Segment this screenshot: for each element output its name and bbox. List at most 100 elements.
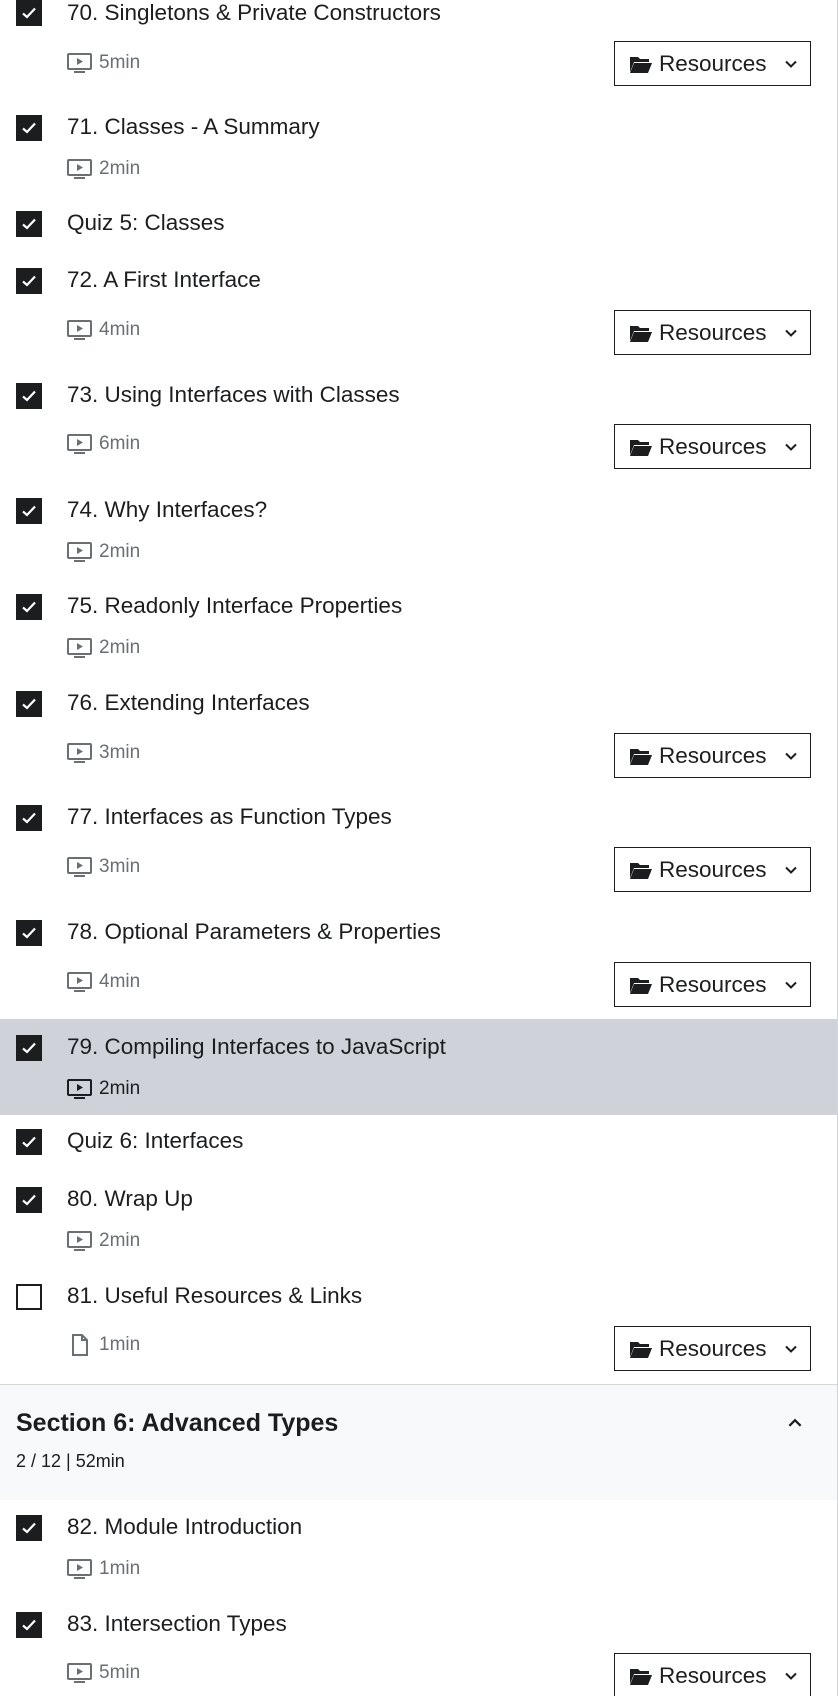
video-icon	[67, 158, 92, 180]
lecture-duration: 2min	[99, 1230, 141, 1251]
chevron-up-icon[interactable]	[783, 1411, 807, 1435]
lecture-item[interactable]: 77. Interfaces as Function Types 3min Re…	[0, 792, 837, 907]
lecture-meta: 1min	[67, 1558, 140, 1580]
chevron-down-icon	[783, 748, 799, 764]
lecture-title: 74. Why Interfaces?	[67, 497, 268, 522]
lecture-item[interactable]: 76. Extending Interfaces 3min Resources	[0, 677, 837, 792]
lecture-title: 82. Module Introduction	[67, 1514, 303, 1539]
completed-checkbox[interactable]	[16, 594, 42, 620]
lecture-title: 78. Optional Parameters & Properties	[67, 919, 441, 944]
resources-button[interactable]: Resources	[614, 1653, 811, 1696]
video-icon	[67, 433, 92, 455]
lecture-title: 75. Readonly Interface Properties	[67, 593, 403, 618]
folder-icon	[629, 437, 653, 457]
lecture-title: 83. Intersection Types	[67, 1611, 287, 1636]
video-icon	[67, 1078, 92, 1100]
lecture-title: 77. Interfaces as Function Types	[67, 804, 392, 829]
completed-checkbox[interactable]	[16, 268, 42, 294]
lecture-duration: 2min	[99, 637, 141, 658]
lecture-duration: 3min	[99, 856, 141, 877]
quiz-item[interactable]: Quiz 5: Classes	[0, 197, 837, 254]
completed-checkbox[interactable]	[16, 1612, 42, 1638]
resources-button[interactable]: Resources	[614, 1326, 811, 1371]
completed-checkbox[interactable]	[16, 1035, 42, 1061]
lecture-duration: 5min	[99, 1662, 141, 1683]
lecture-title: 73. Using Interfaces with Classes	[67, 382, 400, 407]
resources-button[interactable]: Resources	[614, 41, 811, 86]
resources-label: Resources	[659, 50, 767, 76]
quiz-title: Quiz 5: Classes	[67, 210, 225, 235]
lecture-duration: 4min	[99, 971, 141, 992]
lecture-item[interactable]: 71. Classes - A Summary 2min	[0, 103, 837, 197]
lecture-item[interactable]: 83. Intersection Types 5min Resources	[0, 1597, 837, 1696]
chevron-down-icon	[783, 439, 799, 455]
lecture-title: 70. Singletons & Private Constructors	[67, 0, 441, 25]
file-icon	[67, 1334, 92, 1356]
lecture-title: 80. Wrap Up	[67, 1186, 193, 1211]
lecture-title: 76. Extending Interfaces	[67, 690, 310, 715]
completed-checkbox[interactable]	[16, 691, 42, 717]
completed-checkbox[interactable]	[16, 1515, 42, 1541]
lecture-item[interactable]: 75. Readonly Interface Properties 2min	[0, 580, 837, 677]
lecture-meta: 4min	[67, 971, 140, 993]
resources-button[interactable]: Resources	[614, 962, 811, 1007]
lecture-item[interactable]: 72. A First Interface 4min Resources	[0, 254, 837, 369]
lecture-meta: 6min	[67, 433, 140, 455]
completed-checkbox[interactable]	[16, 920, 42, 946]
completed-checkbox[interactable]	[16, 211, 42, 237]
lecture-duration: 2min	[99, 158, 141, 179]
completed-checkbox[interactable]	[16, 498, 42, 524]
video-icon	[67, 1230, 92, 1252]
lecture-meta: 4min	[67, 319, 140, 341]
folder-icon	[629, 746, 653, 766]
lecture-item[interactable]: 73. Using Interfaces with Classes 6min R…	[0, 369, 837, 483]
lecture-meta: 2min	[67, 1230, 140, 1252]
lecture-item-current[interactable]: 79. Compiling Interfaces to JavaScript 2…	[0, 1019, 837, 1115]
lecture-meta: 2min	[67, 158, 140, 180]
resources-label: Resources	[659, 319, 767, 345]
lecture-meta: 2min	[67, 1078, 140, 1100]
folder-icon	[629, 1339, 653, 1359]
completed-checkbox[interactable]	[16, 115, 42, 141]
video-icon	[67, 971, 92, 993]
resources-button[interactable]: Resources	[614, 733, 811, 778]
folder-icon	[629, 323, 653, 343]
video-icon	[67, 319, 92, 341]
completed-checkbox[interactable]	[16, 805, 42, 831]
chevron-down-icon	[783, 977, 799, 993]
resources-label: Resources	[659, 1662, 767, 1688]
lecture-item[interactable]: 74. Why Interfaces? 2min	[0, 483, 837, 580]
lecture-item[interactable]: 82. Module Introduction 1min	[0, 1500, 837, 1597]
course-content-panel: 70. Singletons & Private Constructors 5m…	[0, 0, 838, 1696]
completed-checkbox[interactable]	[16, 383, 42, 409]
lecture-duration: 2min	[99, 1078, 141, 1099]
video-icon	[67, 1662, 92, 1684]
resources-button[interactable]: Resources	[614, 424, 811, 469]
resources-button[interactable]: Resources	[614, 847, 811, 892]
incomplete-checkbox[interactable]	[16, 1284, 42, 1310]
chevron-down-icon	[783, 325, 799, 341]
resources-label: Resources	[659, 742, 767, 768]
lecture-item[interactable]: 70. Singletons & Private Constructors 5m…	[0, 0, 837, 103]
lecture-item[interactable]: 78. Optional Parameters & Properties 4mi…	[0, 907, 837, 1019]
completed-checkbox[interactable]	[16, 1129, 42, 1155]
section-title: Section 6: Advanced Types	[16, 1409, 339, 1437]
lecture-duration: 3min	[99, 742, 141, 763]
quiz-title: Quiz 6: Interfaces	[67, 1128, 244, 1153]
resources-label: Resources	[659, 1335, 767, 1361]
lecture-duration: 4min	[99, 319, 141, 340]
folder-icon	[629, 975, 653, 995]
folder-icon	[629, 860, 653, 880]
quiz-item[interactable]: Quiz 6: Interfaces	[0, 1115, 837, 1172]
folder-icon	[629, 54, 653, 74]
completed-checkbox[interactable]	[16, 0, 42, 26]
resources-button[interactable]: Resources	[614, 310, 811, 355]
lecture-item[interactable]: 81. Useful Resources & Links 1min Resour…	[0, 1269, 837, 1384]
lecture-item[interactable]: 80. Wrap Up 2min	[0, 1172, 837, 1269]
lecture-meta: 5min	[67, 52, 140, 74]
chevron-down-icon	[783, 862, 799, 878]
video-icon	[67, 856, 92, 878]
completed-checkbox[interactable]	[16, 1187, 42, 1213]
section-header[interactable]: Section 6: Advanced Types 2 / 12 | 52min	[0, 1384, 837, 1500]
lecture-duration: 2min	[99, 541, 141, 562]
